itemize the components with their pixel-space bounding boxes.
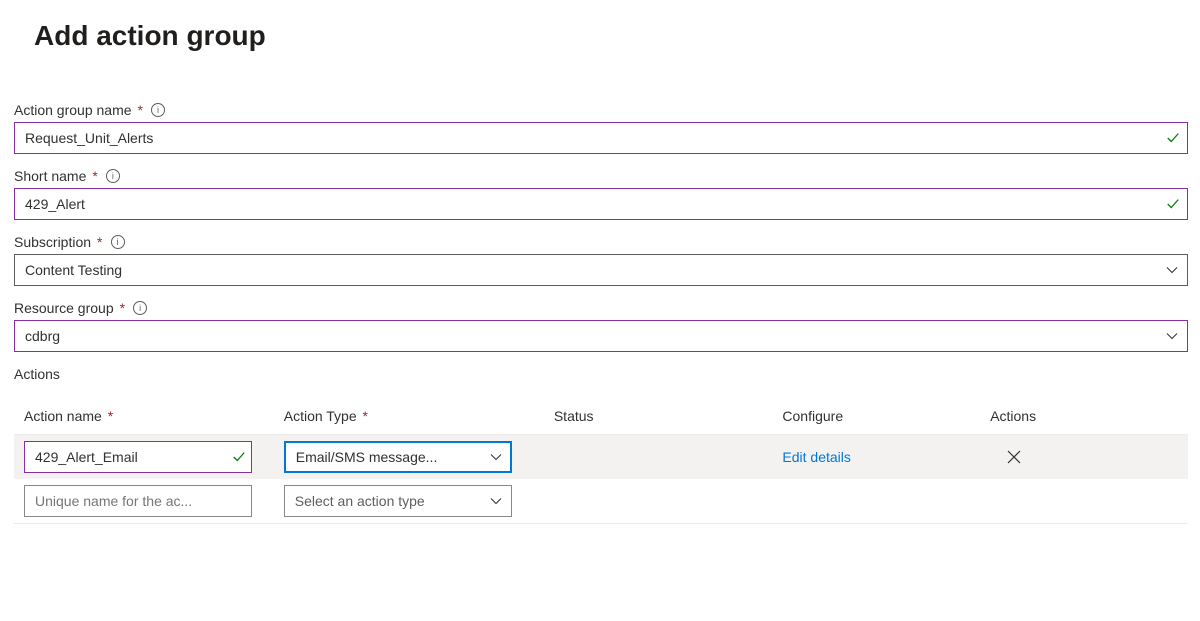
page-title: Add action group <box>34 20 1188 52</box>
info-icon[interactable]: i <box>106 169 120 183</box>
th-action-name: Action name * <box>14 402 274 435</box>
cell-actions <box>980 479 1188 524</box>
cell-status <box>544 435 773 480</box>
table-row-placeholder: Select an action type <box>14 479 1188 524</box>
required-indicator: * <box>97 234 102 250</box>
required-indicator: * <box>92 168 97 184</box>
input-action-group-name[interactable] <box>14 122 1188 154</box>
section-label-actions: Actions <box>14 366 1188 382</box>
field-short-name: Short name * i <box>14 168 1188 220</box>
required-indicator: * <box>120 300 125 316</box>
info-icon[interactable]: i <box>133 301 147 315</box>
link-edit-details[interactable]: Edit details <box>782 449 850 465</box>
th-configure: Configure <box>772 402 980 435</box>
label-action-group-name: Action group name * i <box>14 102 1188 118</box>
table-row: Email/SMS message... Edit details <box>14 435 1188 480</box>
required-indicator: * <box>108 408 113 424</box>
input-action-name-placeholder[interactable] <box>24 485 252 517</box>
th-action-type: Action Type * <box>274 402 544 435</box>
input-short-name[interactable] <box>14 188 1188 220</box>
th-status: Status <box>544 402 773 435</box>
info-icon[interactable]: i <box>151 103 165 117</box>
select-subscription[interactable]: Content Testing <box>14 254 1188 286</box>
label-resource-group: Resource group * i <box>14 300 1188 316</box>
required-indicator: * <box>363 408 368 424</box>
select-resource-group[interactable]: cdbrg <box>14 320 1188 352</box>
close-icon <box>1006 449 1022 465</box>
cell-status <box>544 479 773 524</box>
th-actions: Actions <box>980 402 1188 435</box>
delete-row-button[interactable] <box>1002 445 1026 469</box>
label-short-name: Short name * i <box>14 168 1188 184</box>
label-subscription: Subscription * i <box>14 234 1188 250</box>
required-indicator: * <box>138 102 143 118</box>
field-subscription: Subscription * i Content Testing <box>14 234 1188 286</box>
select-action-type-placeholder[interactable]: Select an action type <box>284 485 512 517</box>
actions-table: Action name * Action Type * Status Confi… <box>14 402 1188 524</box>
info-icon[interactable]: i <box>111 235 125 249</box>
cell-configure <box>772 479 980 524</box>
input-action-name[interactable] <box>24 441 252 473</box>
field-resource-group: Resource group * i cdbrg <box>14 300 1188 352</box>
field-action-group-name: Action group name * i <box>14 102 1188 154</box>
select-action-type[interactable]: Email/SMS message... <box>284 441 512 473</box>
